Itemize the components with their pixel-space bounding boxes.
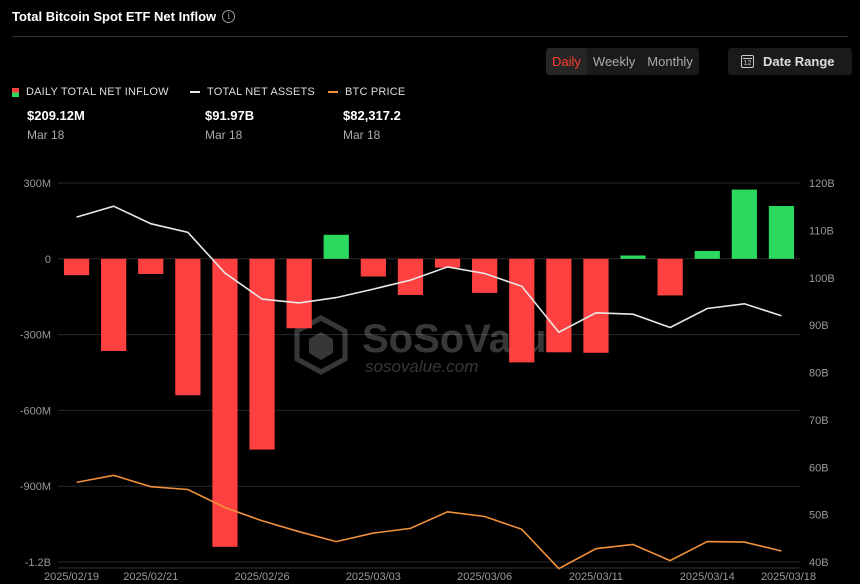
y-right-tick-label: 80B	[809, 368, 829, 380]
x-tick-label: 2025/03/11	[569, 571, 623, 583]
inflow-bar[interactable]	[694, 250, 720, 259]
y-left-tick-label: -600M	[20, 405, 51, 417]
y-left-tick-label: -1.2B	[25, 557, 51, 569]
y-right-tick-label: 100B	[809, 273, 835, 285]
inflow-bar[interactable]	[175, 258, 201, 396]
inflow-bar[interactable]	[101, 258, 127, 352]
watermark-brand: SoSoValue	[362, 317, 569, 361]
inflow-bar[interactable]	[286, 258, 312, 329]
y-left-tick-label: 300M	[23, 178, 51, 190]
x-tick-label: 2025/02/26	[235, 571, 290, 583]
x-tick-label: 2025/03/14	[680, 571, 735, 583]
inflow-bar[interactable]	[509, 258, 535, 363]
y-right-tick-label: 70B	[809, 415, 829, 427]
inflow-bar[interactable]	[583, 258, 609, 353]
x-tick-label: 2025/03/18	[761, 571, 816, 583]
y-right-tick-label: 120B	[809, 178, 835, 190]
inflow-bar[interactable]	[63, 258, 90, 276]
inflow-bar[interactable]	[249, 258, 275, 450]
x-tick-label: 2025/02/21	[123, 571, 178, 583]
inflow-bar[interactable]	[768, 205, 795, 259]
x-tick-label: 2025/03/03	[346, 571, 401, 583]
y-left-tick-label: -300M	[20, 330, 51, 342]
chart-plot[interactable]: SoSoValue sosovalue.com 300M 0 -300M -600M -…	[0, 0, 860, 584]
x-tick-label: 2025/03/06	[457, 571, 512, 583]
inflow-bar[interactable]	[620, 255, 646, 259]
y-right-tick-label: 90B	[809, 320, 829, 332]
y-right-tick-label: 60B	[809, 462, 829, 474]
y-left-tick-label: 0	[45, 254, 51, 266]
inflow-bar[interactable]	[138, 258, 164, 274]
y-right-tick-label: 40B	[809, 557, 829, 569]
y-right-tick-label: 110B	[809, 225, 834, 237]
inflow-bar[interactable]	[323, 234, 349, 259]
inflow-bar[interactable]	[546, 258, 572, 353]
inflow-bar[interactable]	[657, 258, 683, 296]
axis-labels: 300M 0 -300M -600M -900M -1.2B 120B 110B 100B 90B…	[20, 178, 835, 583]
inflow-bar[interactable]	[731, 189, 757, 259]
watermark-url: sosovalue.com	[365, 357, 478, 376]
y-left-tick-label: -900M	[20, 481, 51, 493]
btc-price-line[interactable]	[76, 474, 782, 570]
inflow-bar[interactable]	[360, 258, 386, 277]
y-right-tick-label: 50B	[809, 510, 829, 522]
x-tick-label: 2025/02/19	[44, 571, 99, 583]
